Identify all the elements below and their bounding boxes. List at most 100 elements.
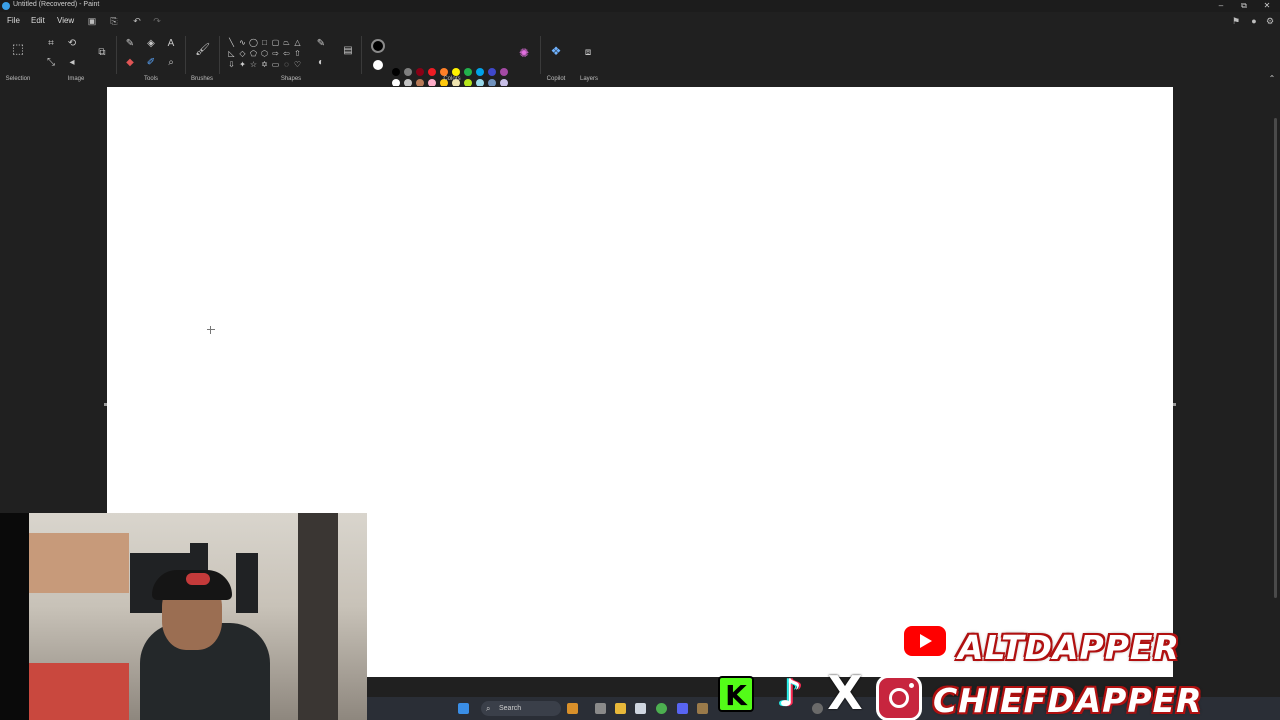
up-arrow-shape-icon[interactable]: ⇧ bbox=[293, 49, 302, 58]
color-swatch[interactable] bbox=[440, 68, 448, 76]
rounded-rect-shape-icon[interactable]: ▢ bbox=[271, 38, 280, 47]
kick-icon: K bbox=[718, 676, 754, 712]
maximize-button[interactable]: ⧉ bbox=[1233, 0, 1255, 12]
primary-color[interactable] bbox=[371, 39, 385, 53]
eraser-icon[interactable]: ◆ bbox=[123, 56, 137, 70]
five-point-star-shape-icon[interactable]: ☆ bbox=[249, 60, 258, 69]
collapse-ribbon-icon[interactable]: ⌃ bbox=[1265, 72, 1279, 86]
triangle-shape-icon[interactable]: △ bbox=[293, 38, 302, 47]
group-label-tools: Tools bbox=[143, 76, 159, 82]
color-swatch[interactable] bbox=[476, 68, 484, 76]
crosshair-cursor-icon bbox=[207, 326, 215, 334]
instagram-ring bbox=[889, 688, 909, 708]
ribbon-divider bbox=[219, 36, 220, 74]
group-label-layers: Layers bbox=[579, 76, 599, 82]
acoustic-panel bbox=[236, 553, 258, 613]
layers-icon[interactable]: ⧈ bbox=[581, 46, 595, 60]
curve-shape-icon[interactable]: ∿ bbox=[238, 38, 247, 47]
youtube-handle: ALTDAPPER bbox=[958, 628, 1180, 667]
pencil-icon[interactable]: ✎ bbox=[123, 37, 137, 51]
youtube-icon bbox=[904, 626, 946, 656]
pentagon-shape-icon[interactable]: ⬠ bbox=[249, 49, 258, 58]
discord-icon[interactable] bbox=[677, 703, 688, 714]
menu-file[interactable]: File bbox=[7, 16, 20, 25]
fill-style-icon[interactable]: ◐ bbox=[314, 56, 328, 70]
group-label-colors: Colors bbox=[443, 76, 461, 82]
edit-colors-icon[interactable]: ✺ bbox=[517, 46, 531, 60]
fill-icon[interactable]: ◈ bbox=[144, 37, 158, 51]
color-swatch[interactable] bbox=[500, 68, 508, 76]
minimize-button[interactable]: – bbox=[1210, 0, 1232, 12]
rectangle-shape-icon[interactable]: □ bbox=[260, 38, 269, 47]
social-handle: CHIEFDAPPER bbox=[933, 681, 1203, 720]
crop-icon[interactable]: ⌗ bbox=[44, 37, 58, 51]
instagram-dot bbox=[909, 683, 914, 688]
color-swatch[interactable] bbox=[464, 68, 472, 76]
resize-handle-right[interactable] bbox=[1173, 403, 1176, 406]
menu-view[interactable]: View bbox=[57, 16, 74, 25]
resize-icon[interactable]: ⤡ bbox=[44, 56, 58, 70]
color-swatch[interactable] bbox=[416, 68, 424, 76]
copilot-icon[interactable]: ❖ bbox=[549, 44, 563, 58]
webcam-bed bbox=[29, 663, 129, 720]
widget-icon[interactable] bbox=[567, 703, 578, 714]
speech-bubble-shape-icon[interactable]: ▭ bbox=[271, 60, 280, 69]
right-arrow-shape-icon[interactable]: ⇨ bbox=[271, 49, 280, 58]
rotate-icon[interactable]: ⟲ bbox=[65, 37, 79, 51]
vertical-scrollbar[interactable] bbox=[1274, 118, 1277, 598]
outline-icon[interactable]: ✎ bbox=[314, 37, 328, 51]
start-icon[interactable] bbox=[458, 703, 469, 714]
share-icon[interactable]: ⎘ bbox=[108, 15, 120, 27]
text-icon[interactable]: A bbox=[164, 37, 178, 51]
webcam-posters bbox=[29, 533, 129, 593]
headphones bbox=[186, 573, 210, 585]
brush-icon[interactable]: 🖌︎ bbox=[195, 42, 210, 56]
group-label-selection: Selection bbox=[5, 76, 31, 82]
right-triangle-shape-icon[interactable]: ◺ bbox=[227, 49, 236, 58]
six-point-star-shape-icon[interactable]: ✡ bbox=[260, 60, 269, 69]
taskbar-search[interactable]: ⌕ Search bbox=[481, 701, 561, 716]
menu-edit[interactable]: Edit bbox=[31, 16, 45, 25]
group-label-shapes: Shapes bbox=[280, 76, 302, 82]
flip-icon[interactable]: ◂ bbox=[65, 56, 79, 70]
down-arrow-shape-icon[interactable]: ⇩ bbox=[227, 60, 236, 69]
diamond-shape-icon[interactable]: ◇ bbox=[238, 49, 247, 58]
color-swatch[interactable] bbox=[452, 68, 460, 76]
task-view-icon[interactable] bbox=[595, 703, 606, 714]
calendar-icon[interactable] bbox=[635, 703, 646, 714]
chrome-icon[interactable] bbox=[656, 703, 667, 714]
selection-icon[interactable]: ⬚ bbox=[11, 42, 25, 56]
x-icon: X bbox=[827, 666, 863, 720]
hexagon-shape-icon[interactable]: ⬡ bbox=[260, 49, 269, 58]
oval-shape-icon[interactable]: ◯ bbox=[249, 38, 258, 47]
color-swatch[interactable] bbox=[392, 68, 400, 76]
resize-handle-left[interactable] bbox=[104, 403, 107, 406]
color-swatch[interactable] bbox=[488, 68, 496, 76]
color-swatch[interactable] bbox=[404, 68, 412, 76]
polygon-shape-icon[interactable]: ⏢ bbox=[282, 38, 291, 47]
heart-shape-icon[interactable]: ♡ bbox=[293, 60, 302, 69]
menu-bar: File Edit View ▣ ⎘ ↶ ↷ ⚑ ● ⚙ bbox=[0, 12, 1280, 30]
redo-icon[interactable]: ↷ bbox=[151, 15, 163, 27]
secondary-color[interactable] bbox=[373, 60, 383, 70]
image-select-icon[interactable]: ⧉ bbox=[95, 46, 109, 60]
save-icon[interactable]: ▣ bbox=[86, 15, 98, 27]
close-button[interactable]: ✕ bbox=[1256, 0, 1278, 12]
feedback-icon[interactable]: ⚑ bbox=[1230, 15, 1242, 27]
undo-icon[interactable]: ↶ bbox=[131, 15, 143, 27]
file-explorer-icon[interactable] bbox=[615, 703, 626, 714]
instagram-icon bbox=[876, 675, 922, 720]
account-icon[interactable]: ● bbox=[1248, 15, 1260, 27]
paint-app-icon bbox=[2, 2, 10, 10]
left-arrow-shape-icon[interactable]: ⇦ bbox=[282, 49, 291, 58]
shape-fill-icon[interactable]: ▤ bbox=[341, 44, 355, 58]
oval-callout-shape-icon[interactable]: ◌ bbox=[282, 60, 291, 69]
four-point-star-shape-icon[interactable]: ✦ bbox=[238, 60, 247, 69]
color-swatch[interactable] bbox=[428, 68, 436, 76]
color-picker-icon[interactable]: ✐ bbox=[144, 56, 158, 70]
magnifier-icon[interactable]: ⌕ bbox=[164, 56, 178, 70]
settings-icon[interactable]: ⚙ bbox=[1264, 15, 1276, 27]
line-shape-icon[interactable]: ╲ bbox=[227, 38, 236, 47]
app-icon[interactable] bbox=[697, 703, 708, 714]
search-placeholder: Search bbox=[499, 705, 522, 712]
